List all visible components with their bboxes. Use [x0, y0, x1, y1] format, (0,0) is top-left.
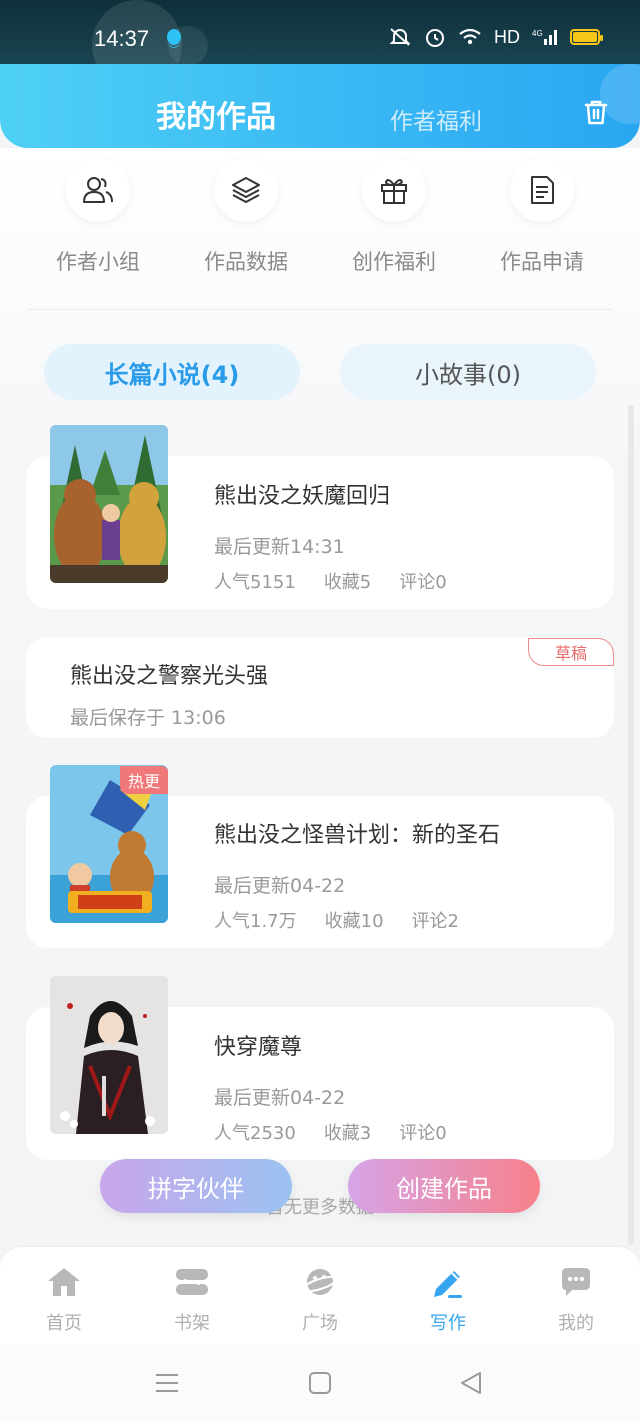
users-icon	[66, 158, 130, 222]
quick-item-label: 作品申请	[500, 250, 584, 274]
alarm-icon	[426, 29, 444, 47]
nav-item-writing[interactable]: 写作	[384, 1247, 512, 1344]
book-stats: 人气5151 收藏5 评论0	[214, 568, 447, 594]
divider	[28, 309, 612, 310]
book-stats: 人气1.7万 收藏10 评论2	[214, 907, 459, 933]
hot-update-badge: 热更	[120, 766, 168, 794]
book-favorites: 收藏10	[324, 911, 384, 932]
nav-item-mine[interactable]: 我的	[512, 1247, 640, 1344]
book-popularity: 人气1.7万	[214, 911, 297, 932]
bottom-nav: 首页 书架 广场 写作 我的	[0, 1246, 640, 1344]
nav-item-plaza[interactable]: 广场	[256, 1247, 384, 1344]
nav-item-home[interactable]: 首页	[0, 1247, 128, 1344]
book-popularity: 人气5151	[214, 572, 296, 593]
network-label: HD	[494, 26, 520, 47]
spelling-partner-button[interactable]: 拼字伙伴	[100, 1159, 292, 1213]
system-nav-bar	[0, 1344, 640, 1422]
svg-text:4G: 4G	[532, 29, 543, 38]
book-favorites: 收藏3	[323, 1123, 372, 1144]
quick-item-author-group[interactable]: 作者小组	[24, 158, 172, 276]
trash-icon[interactable]	[580, 96, 612, 128]
book-cover-image[interactable]	[50, 976, 168, 1134]
quick-item-label: 创作福利	[352, 250, 436, 274]
scrollbar[interactable]	[628, 405, 634, 1245]
book-updated: 最后更新14:31	[214, 536, 345, 558]
no-more-data-text: 暂无更多数据	[266, 1197, 374, 1218]
book-comments: 评论0	[399, 1123, 447, 1144]
home-square-icon[interactable]	[308, 1371, 332, 1395]
book-title[interactable]: 熊出没之怪兽计划：新的圣石	[214, 817, 500, 849]
status-icons: HD 4G	[388, 26, 603, 48]
qq-penguin-icon	[164, 28, 184, 54]
quick-item-creation-benefits[interactable]: 创作福利	[320, 158, 468, 276]
nav-label: 我的	[558, 1313, 594, 1334]
signal-icon: 4G	[532, 29, 557, 45]
book-title[interactable]: 快穿魔尊	[214, 1029, 302, 1061]
nav-label: 写作	[430, 1313, 466, 1334]
book-comments: 评论0	[399, 572, 447, 593]
tab-short-stories[interactable]: 小故事(0)	[340, 344, 596, 400]
quick-menu: 作者小组 作品数据 创作福利 作品申请	[24, 158, 616, 276]
draft-title[interactable]: 熊出没之警察光头强	[70, 658, 268, 690]
book-cover-image[interactable]	[50, 425, 168, 583]
app-header: 我的作品 作者福利	[0, 64, 640, 148]
quick-item-label: 作品数据	[204, 250, 288, 274]
document-icon	[510, 158, 574, 222]
tab-novels[interactable]: 长篇小说(4)	[44, 344, 300, 400]
status-time: 14:37	[94, 26, 150, 51]
tab-author-benefits[interactable]: 作者福利	[390, 102, 482, 136]
nav-label: 首页	[46, 1313, 82, 1334]
quick-item-work-data[interactable]: 作品数据	[172, 158, 320, 276]
mute-bell-icon	[389, 28, 411, 46]
layers-icon	[214, 158, 278, 222]
nav-label: 书架	[174, 1313, 210, 1334]
pen-icon	[430, 1265, 466, 1299]
quick-item-work-application[interactable]: 作品申请	[468, 158, 616, 276]
page-title[interactable]: 我的作品	[156, 92, 276, 136]
chat-bubble-icon	[558, 1265, 594, 1299]
nav-item-bookshelf[interactable]: 书架	[128, 1247, 256, 1344]
book-stats: 人气2530 收藏3 评论0	[214, 1119, 447, 1145]
book-favorites: 收藏5	[323, 572, 372, 593]
quick-item-label: 作者小组	[56, 250, 140, 274]
book-updated: 最后更新04-22	[214, 1087, 346, 1109]
battery-icon	[570, 29, 603, 45]
create-work-button[interactable]: 创建作品	[348, 1159, 540, 1213]
wifi-icon	[459, 28, 481, 45]
book-popularity: 人气2530	[214, 1123, 296, 1144]
book-comments: 评论2	[411, 911, 459, 932]
draft-saved-time: 最后保存于 13:06	[70, 707, 226, 729]
book-updated: 最后更新04-22	[214, 875, 346, 897]
nav-label: 广场	[302, 1313, 338, 1334]
home-icon	[46, 1265, 82, 1299]
book-title[interactable]: 熊出没之妖魔回归	[214, 478, 390, 510]
gift-icon	[362, 158, 426, 222]
bookshelf-icon	[174, 1265, 210, 1299]
draft-badge: 草稿	[528, 638, 614, 666]
planet-icon	[302, 1265, 338, 1299]
menu-icon[interactable]	[154, 1371, 180, 1395]
back-triangle-icon[interactable]	[458, 1370, 484, 1396]
